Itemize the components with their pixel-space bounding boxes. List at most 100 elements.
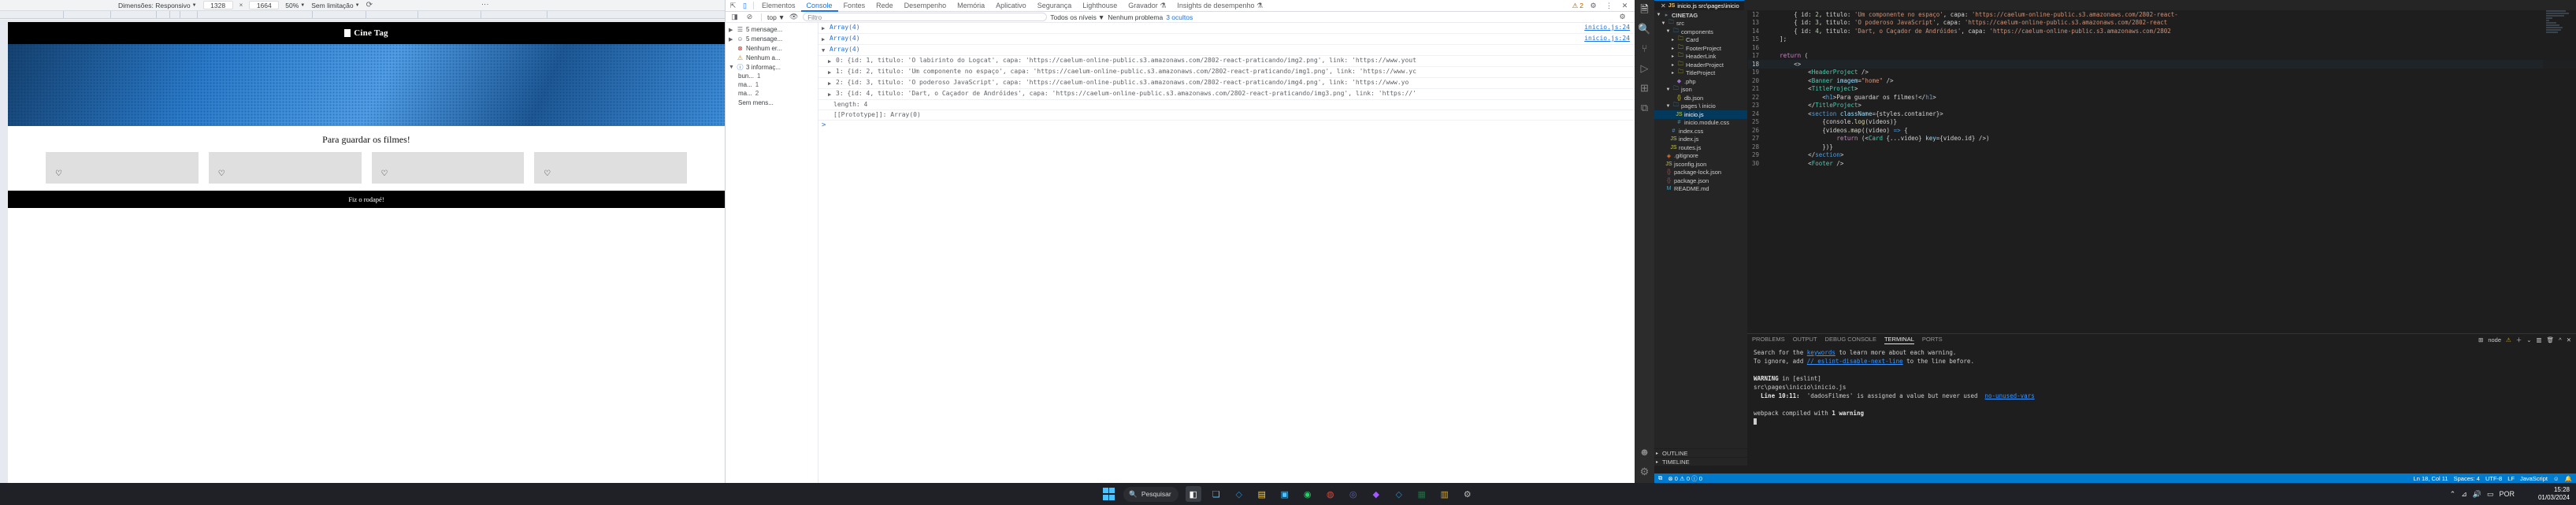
terminal-split-icon[interactable]: ⊞ bbox=[2478, 336, 2483, 343]
console-log-row[interactable]: ▶ Array(4) inicio.js:24 bbox=[818, 23, 1635, 34]
console-sidebar-subrow[interactable]: ma... 1 bbox=[726, 80, 818, 89]
close-panel-icon[interactable]: ✕ bbox=[2567, 336, 2571, 343]
explorer-item-pages-inicio[interactable]: ▼ 🗀 pages \ inicio bbox=[1654, 102, 1747, 111]
chevron-right-icon[interactable]: ▸ bbox=[1654, 451, 1660, 456]
code-line[interactable]: 26 {videos. map ((video) => { bbox=[1748, 126, 2576, 135]
battery-icon[interactable]: ▭ bbox=[2487, 490, 2494, 499]
console-sidebar-row-info[interactable]: ▼ ⓘ 3 informaç... bbox=[726, 62, 818, 72]
task-view-icon[interactable]: ❏ bbox=[1208, 486, 1224, 502]
devtools-tab-gravador[interactable]: Gravador ⚗ bbox=[1123, 0, 1171, 12]
whatsapp-icon[interactable]: ◉ bbox=[1300, 486, 1316, 502]
devtools-tab-elementos[interactable]: Elementos bbox=[756, 0, 801, 12]
throttling-select[interactable]: Sem limitação ▼ bbox=[311, 2, 359, 9]
settings-gear-icon[interactable]: ⚙ bbox=[1616, 12, 1628, 23]
explorer-item-index-js[interactable]: JS index.js bbox=[1654, 136, 1747, 144]
close-icon[interactable]: ✕ bbox=[1619, 0, 1631, 11]
chevron-down-icon[interactable]: ▼ bbox=[1661, 21, 1666, 26]
device-toolbar-icon[interactable]: ▯ bbox=[739, 0, 751, 11]
video-card[interactable]: ♡ bbox=[534, 152, 687, 184]
remote-icon[interactable]: ⧉ bbox=[1641, 102, 1648, 113]
explorer-item-gitignore[interactable]: ◈ .gitignore bbox=[1654, 152, 1747, 161]
explorer-item-json-folder[interactable]: ▼ 🗀 json bbox=[1654, 86, 1747, 95]
array-prototype-row[interactable]: [[Prototype]]: Array(0) bbox=[818, 110, 1635, 121]
code-line[interactable]: 25 {console. log (videos)} bbox=[1748, 118, 2576, 127]
code-line[interactable]: 21 < TitleProject > bbox=[1748, 85, 2576, 94]
console-sidebar-row-user[interactable]: ▶ ☺ 5 mensage... bbox=[726, 34, 818, 43]
trash-icon[interactable]: 🗑 bbox=[2547, 336, 2555, 343]
notes-icon[interactable]: ▥ bbox=[1437, 486, 1453, 502]
chevron-right-icon[interactable]: ▸ bbox=[1670, 46, 1676, 51]
console-prompt[interactable]: > bbox=[818, 121, 1635, 130]
excel-icon[interactable]: ▦ bbox=[1414, 486, 1430, 502]
chevron-right-icon[interactable]: ▶ bbox=[828, 79, 833, 87]
code-line[interactable]: 16 bbox=[1748, 43, 2576, 52]
array-item-row[interactable]: ▶ 2: {id: 3, titulo: 'O poderoso JavaScr… bbox=[818, 78, 1635, 89]
language-indicator[interactable]: POR bbox=[2499, 490, 2515, 498]
eslint-disable-link[interactable]: // eslint-disable-next-line bbox=[1807, 358, 1903, 365]
log-source-link[interactable]: inicio.js:24 bbox=[1584, 35, 1630, 43]
chevron-down-icon[interactable]: ▼ bbox=[729, 64, 734, 70]
explorer-item-card[interactable]: ▸ 🗀 Card bbox=[1654, 36, 1747, 45]
explorer-item-components[interactable]: ▼ 🗀 components bbox=[1654, 28, 1747, 36]
console-filter-input[interactable]: Filtro bbox=[803, 13, 1048, 21]
explorer-item-index-css[interactable]: # index.css bbox=[1654, 127, 1747, 136]
teams-icon[interactable]: ◎ bbox=[1346, 486, 1361, 502]
feedback-icon[interactable]: ☺ bbox=[2553, 475, 2559, 482]
search-icon[interactable]: 🔍 bbox=[1638, 24, 1650, 34]
no-unused-vars-link[interactable]: no-unused-vars bbox=[1985, 392, 2035, 399]
zoom-select[interactable]: 50% ▼ bbox=[285, 2, 305, 9]
chevron-right-icon[interactable]: ▶ bbox=[828, 90, 833, 98]
rotate-icon[interactable]: ⟳ bbox=[366, 1, 373, 9]
array-item-row[interactable]: ▶ 3: {id: 4, titulo: 'Dart, o Caçador de… bbox=[818, 89, 1635, 100]
explorer-item-php[interactable]: ◆ .php bbox=[1654, 77, 1747, 86]
account-icon[interactable]: ☻ bbox=[1639, 447, 1650, 457]
explorer-item-jsconfig-json[interactable]: JS jsconfig.json bbox=[1654, 160, 1747, 169]
cursor-position[interactable]: Ln 18, Col 11 bbox=[2414, 475, 2448, 482]
devtools-tab-console[interactable]: Console bbox=[800, 0, 838, 12]
panel-tab-ports[interactable]: PORTS bbox=[1922, 336, 1943, 343]
code-line[interactable]: 18 <> bbox=[1748, 60, 2576, 69]
code-line[interactable]: 19 < HeaderProject /> bbox=[1748, 69, 2576, 77]
chevron-right-icon[interactable]: ▶ bbox=[828, 57, 833, 65]
heart-outline-icon[interactable]: ♡ bbox=[381, 169, 388, 178]
code-line[interactable]: 20 < Banner imagem = "home" /> bbox=[1748, 76, 2576, 85]
problems-status[interactable]: ⊗ 0 ⚠ 0 ⓘ 0 bbox=[1668, 474, 1702, 483]
chevron-down-icon[interactable]: ⌄ bbox=[2526, 336, 2531, 343]
taskbar-search-box[interactable]: 🔍 Pesquisar bbox=[1123, 486, 1179, 502]
panel-tab-debug-console[interactable]: DEBUG CONSOLE bbox=[1825, 336, 1876, 343]
explorer-item-package-json[interactable]: {} package.json bbox=[1654, 176, 1747, 185]
video-card[interactable]: ♡ bbox=[208, 152, 362, 184]
explorer-item-headerlink[interactable]: ▸ 🗀 HeaderLink bbox=[1654, 53, 1747, 61]
console-sidebar-row-warnings[interactable]: ⚠ Nenhum a... bbox=[726, 53, 818, 62]
remote-window-icon[interactable]: ⧉ bbox=[1658, 474, 1662, 482]
maximize-panel-icon[interactable]: ^ bbox=[2559, 336, 2562, 343]
devtools-tab-rede[interactable]: Rede bbox=[870, 0, 899, 12]
inspect-element-icon[interactable]: ⇱ bbox=[727, 0, 739, 11]
source-control-icon[interactable]: ⑂ bbox=[1642, 43, 1648, 54]
figma-icon[interactable]: ◆ bbox=[1368, 486, 1384, 502]
chevron-right-icon[interactable]: ▸ bbox=[1670, 37, 1676, 43]
panel-tab-output[interactable]: OUTPUT bbox=[1793, 336, 1817, 343]
code-line[interactable]: 13 { id: 3, titulo: 'O poderoso JavaScri… bbox=[1748, 19, 2576, 28]
devtools-tab-seguranca[interactable]: Segurança bbox=[1032, 0, 1078, 12]
bell-icon[interactable]: 🔔 bbox=[2565, 475, 2572, 482]
vscode-2-icon[interactable]: ◇ bbox=[1391, 486, 1407, 502]
chevron-right-icon[interactable]: ▶ bbox=[828, 68, 833, 76]
chevron-right-icon[interactable]: ▶ bbox=[822, 24, 827, 32]
console-log-row-expanded[interactable]: ▼ Array(4) bbox=[818, 45, 1635, 56]
devtools-tab-memoria[interactable]: Memória bbox=[952, 0, 990, 12]
explorer-item-src[interactable]: ▼ 🗀 src bbox=[1654, 20, 1747, 28]
execution-context-select[interactable]: top ▼ bbox=[767, 13, 785, 21]
code-editor[interactable]: 12 { id: 2, titulo: 'Um componente no es… bbox=[1747, 10, 2576, 333]
indentation-setting[interactable]: Spaces: 4 bbox=[2454, 475, 2480, 482]
terminal-process-label[interactable]: node bbox=[2488, 336, 2501, 343]
chevron-right-icon[interactable]: ▸ bbox=[1670, 62, 1676, 68]
chevron-right-icon[interactable]: ▸ bbox=[1654, 459, 1660, 465]
explorer-item-package-lock-json[interactable]: {} package-lock.json bbox=[1654, 169, 1747, 177]
video-card[interactable]: ♡ bbox=[371, 152, 525, 184]
chevron-right-icon[interactable]: ▸ bbox=[1670, 70, 1676, 76]
live-expression-icon[interactable]: 👁 bbox=[788, 12, 800, 23]
explorer-icon[interactable]: 🗎 bbox=[1640, 4, 1648, 14]
widgets-icon[interactable]: ◧ bbox=[1185, 486, 1201, 502]
console-sidebar-row-messages[interactable]: ▶ ☰ 5 mensage... bbox=[726, 24, 818, 34]
